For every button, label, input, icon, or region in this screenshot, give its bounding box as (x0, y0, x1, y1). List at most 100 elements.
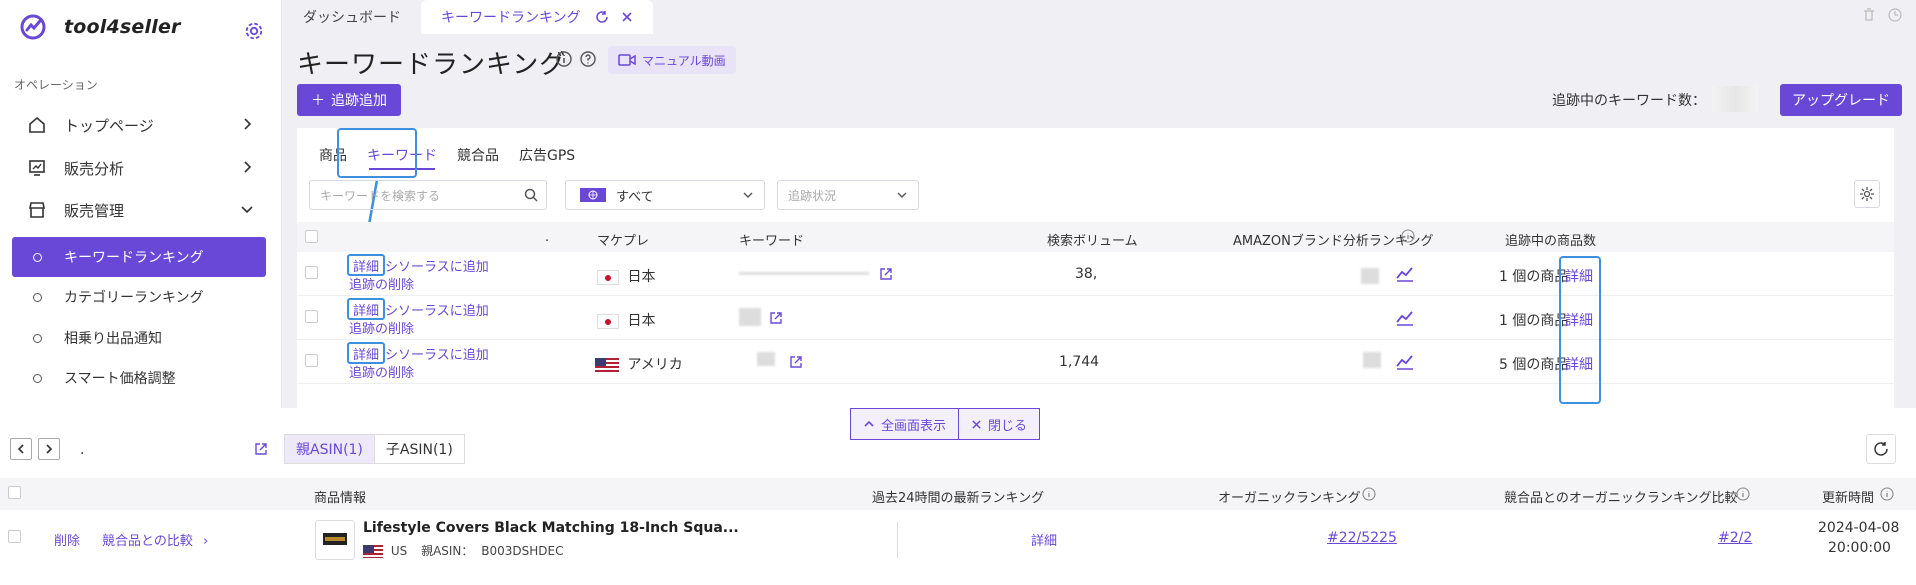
delete-tracking-link[interactable]: 追跡の削除 (349, 274, 414, 293)
add-tracking-button[interactable]: ＋ 追跡追加 (297, 84, 401, 116)
latest-rank-detail-link[interactable]: 詳細 (1031, 530, 1057, 549)
prev-button[interactable] (10, 438, 32, 460)
trend-chart-icon[interactable] (1395, 265, 1415, 283)
top-icons (1862, 8, 1902, 22)
add-thesaurus-link[interactable]: シソーラスに追加 (385, 256, 489, 275)
trend-chart-icon[interactable] (1395, 353, 1415, 371)
external-link-icon[interactable] (879, 267, 893, 281)
row-checkbox[interactable] (305, 354, 318, 367)
delete-link[interactable]: 削除 (54, 530, 80, 549)
row-checkbox[interactable] (305, 266, 318, 279)
row-detail-button[interactable]: 詳細 (347, 254, 386, 276)
info-icon[interactable] (1362, 487, 1376, 501)
delete-tracking-link[interactable]: 追跡の削除 (349, 318, 414, 337)
delete-tracking-link[interactable]: 追跡の削除 (349, 362, 414, 381)
external-link-icon[interactable] (254, 442, 268, 456)
chart-icon (26, 157, 48, 179)
sidebar-item-label: トップページ (64, 116, 154, 135)
keyword-count-label: 追跡中のキーワード数： (1552, 93, 1706, 109)
trash-icon[interactable] (1862, 8, 1876, 22)
compare-rank-link[interactable]: #2/2 (1718, 530, 1752, 546)
add-thesaurus-link[interactable]: シソーラスに追加 (385, 300, 489, 319)
status-select[interactable]: 追跡状況 (777, 180, 919, 210)
panel-controls: 全画面表示 閉じる (850, 408, 1041, 440)
row-detail-button[interactable]: 詳細 (347, 342, 386, 364)
info-icon[interactable] (1880, 487, 1894, 501)
subtab-competitor[interactable]: 競合品 (447, 140, 509, 170)
chevron-right-icon: › (203, 534, 209, 549)
row-detail-button[interactable]: 詳細 (347, 298, 386, 320)
brand-name: tool4seller (64, 16, 181, 38)
trend-chart-icon[interactable] (1395, 309, 1415, 327)
logo[interactable]: tool4seller (20, 14, 181, 40)
row-checkbox[interactable] (8, 530, 21, 543)
product-title[interactable]: Lifestyle Covers Black Matching 18-Inch … (363, 520, 739, 536)
sidebar-item-label: 相乗り出品通知 (64, 331, 162, 347)
tracked-count: 1 個の商品 (1499, 313, 1569, 329)
row-checkbox[interactable] (305, 310, 318, 323)
market-cell: アメリカ (595, 354, 683, 374)
keyword-text-redacted[interactable] (757, 352, 775, 366)
add-thesaurus-link[interactable]: シソーラスに追加 (385, 344, 489, 363)
tracked-count: 5 個の商品 (1499, 357, 1569, 373)
select-all-checkbox[interactable] (305, 230, 318, 243)
us-flag-icon (363, 545, 383, 558)
clock-icon[interactable] (1888, 8, 1902, 22)
tab-child-asin[interactable]: 子ASIN(1) (375, 435, 464, 463)
col-product: 商品情報 (314, 491, 367, 506)
product-row: 削除 競合品との比較 › Lifestyle Covers Black Matc… (0, 510, 1916, 568)
keyword-text-redacted[interactable] (739, 272, 869, 275)
sidebar-item-sales-management[interactable]: 販売管理 (12, 190, 266, 230)
info-icon[interactable] (1401, 229, 1415, 243)
col-market: マケプレ (597, 234, 650, 249)
upgrade-button[interactable]: アップグレード (1780, 84, 1902, 116)
compare-link[interactable]: 競合品との比較 › (102, 530, 208, 549)
sidebar-item-top[interactable]: トップページ (12, 105, 266, 145)
search-input[interactable]: キーワードを検索する (309, 180, 547, 210)
external-link-icon[interactable] (789, 355, 803, 369)
info-icon[interactable] (555, 50, 573, 68)
sidebar-item-keyword-ranking[interactable]: キーワードランキング (12, 237, 266, 277)
jp-flag-icon (597, 269, 619, 285)
keyword-dot: . (80, 442, 85, 458)
refresh-button[interactable] (1866, 434, 1896, 464)
pager (10, 438, 60, 460)
keyword-count-value (1712, 86, 1758, 112)
close-icon (972, 419, 981, 429)
close-panel-button[interactable]: 閉じる (958, 409, 1039, 439)
tab-parent-asin[interactable]: 親ASIN(1) (285, 435, 375, 463)
sidebar-item-sales-analysis[interactable]: 販売分析 (12, 148, 266, 188)
tab-dashboard[interactable]: ダッシュボード (283, 0, 421, 34)
tab-keyword-ranking[interactable]: キーワードランキング (421, 0, 653, 34)
sidebar-item-smart-pricing[interactable]: スマート価格調整 (12, 358, 266, 398)
organic-rank-link[interactable]: #22/5225 (1327, 530, 1397, 546)
select-all-checkbox[interactable] (8, 486, 21, 499)
chevron-down-icon (241, 206, 253, 214)
manual-video-button[interactable]: マニュアル動画 (608, 46, 736, 74)
info-icon[interactable] (1736, 487, 1750, 501)
highlight-box (1559, 256, 1601, 404)
sidebar-item-category-ranking[interactable]: カテゴリーランキング (12, 277, 266, 317)
page-title: キーワードランキング (297, 50, 567, 80)
sidebar-item-label: キーワードランキング (64, 250, 204, 266)
subtab-ad-gps[interactable]: 広告GPS (509, 140, 585, 170)
highlight-box (337, 128, 417, 178)
sidebar-item-listing-alert[interactable]: 相乗り出品通知 (12, 318, 266, 358)
fullscreen-button[interactable]: 全画面表示 (851, 409, 958, 439)
refresh-icon[interactable] (595, 10, 609, 24)
table-header: . マケプレ キーワード 検索ボリューム AMAZONブランド分析ランキング 追… (297, 222, 1894, 252)
external-link-icon[interactable] (769, 311, 783, 325)
gear-icon[interactable] (243, 20, 265, 42)
product-thumbnail[interactable] (315, 520, 355, 560)
close-icon[interactable] (621, 11, 633, 23)
sidebar-item-label: 販売分析 (64, 159, 125, 178)
brand-rank-redacted (1361, 268, 1379, 284)
market-select[interactable]: すべて (565, 180, 765, 210)
keyword-text-redacted[interactable] (739, 308, 761, 326)
volume-cell: 1,744 (1059, 354, 1100, 370)
help-icon[interactable] (579, 50, 597, 68)
jp-flag-icon (597, 313, 619, 329)
next-button[interactable] (38, 438, 60, 460)
bullet-icon (33, 333, 42, 343)
column-settings-button[interactable] (1854, 180, 1880, 208)
